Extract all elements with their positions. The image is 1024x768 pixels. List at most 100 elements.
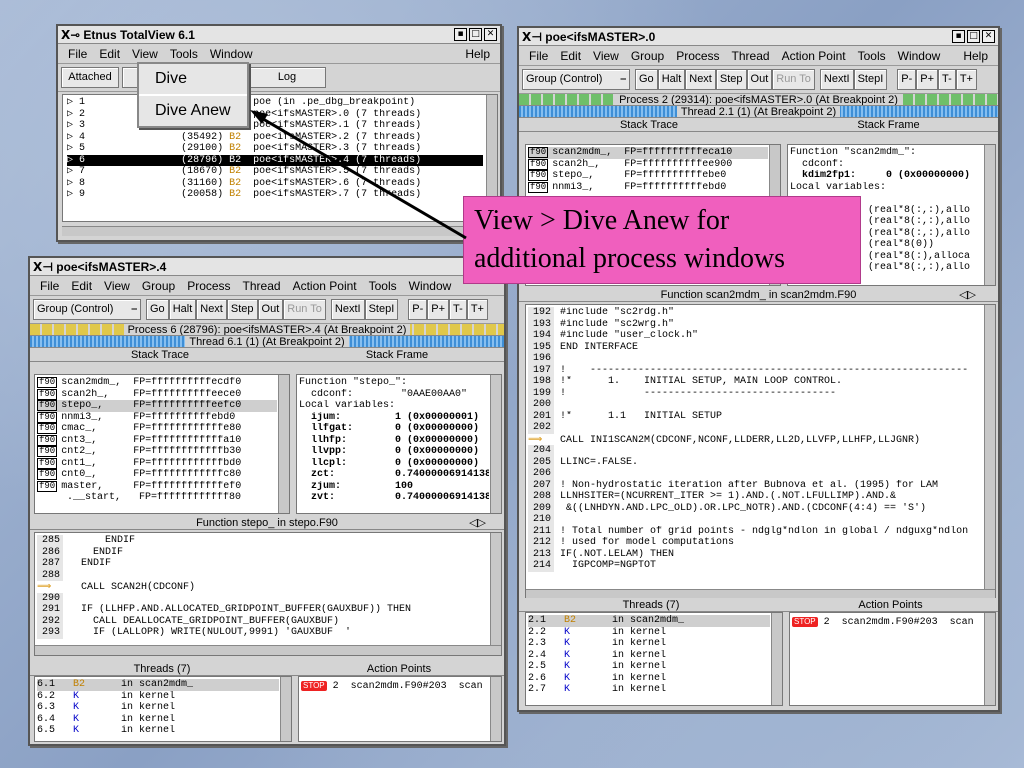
menu-thread[interactable]: Thread (732, 49, 770, 63)
source-pane[interactable]: 285 ENDIF 286 ENDIF 287 ENDIF 288 ⟹ CALL SC… (34, 532, 502, 656)
action-point-row[interactable]: STOP 2 scan2mdm.F90#203 scan (301, 681, 489, 693)
stack-trace-row[interactable]: f90 stepo_, FP=ffffffffffebe0 (528, 170, 768, 182)
source-line[interactable]: 196 (528, 353, 983, 365)
menu-file[interactable]: File (529, 49, 548, 63)
source-line[interactable]: 285 ENDIF (37, 535, 489, 547)
step-button[interactable]: Step (226, 299, 258, 320)
group-control-select[interactable]: Group (Control) ⎯ (522, 69, 630, 90)
source-line[interactable]: 200 (528, 399, 983, 411)
minimize-icon[interactable]: ▪ (952, 30, 965, 43)
line-number[interactable]: 195 (528, 341, 554, 353)
source-line[interactable]: ⟹ CALL SCAN2H(CDCONF) (37, 581, 489, 593)
maximize-icon[interactable]: □ (469, 28, 482, 41)
source-line[interactable]: 205 LLINC=.FALSE. (528, 456, 983, 468)
line-number[interactable]: 200 (528, 399, 554, 411)
stack-trace-row[interactable]: f90 nnmi3_, FP=ffffffffffebd0 (528, 181, 768, 194)
tab-attached[interactable]: Attached (61, 67, 119, 88)
menu-window[interactable]: Window (898, 49, 941, 63)
line-number[interactable]: 201 (528, 410, 554, 422)
stack-trace-row[interactable]: f90 stepo_, FP=ffffffffffeefc0 (37, 400, 277, 412)
source-line[interactable]: 211 ! Total number of grid points - ndgl… (528, 525, 983, 537)
stack-trace-row[interactable]: f90 master, FP=ffffffffffffef0 (37, 480, 277, 493)
source-line[interactable]: 290 (37, 592, 489, 604)
process-row[interactable]: ▷ 8 (31160) B2 poe<ifsMASTER>.6 (7 threa… (67, 178, 483, 190)
expand-triangle-icon[interactable]: ▷ (67, 120, 79, 131)
run-to-button[interactable]: Run To (772, 69, 815, 90)
source-line[interactable]: 214 IGPCOMP=NGPTOT (528, 560, 983, 572)
line-number[interactable]: 193 (528, 318, 554, 330)
line-number[interactable]: 211 (528, 525, 554, 537)
line-number[interactable]: 205 (528, 456, 554, 468)
source-line[interactable]: 192 #include "sc2rdg.h" (528, 307, 983, 319)
halt-button[interactable]: Halt (168, 299, 197, 320)
line-number[interactable]: 204 (528, 445, 554, 457)
thread-row[interactable]: 2.5 K in kernel (528, 661, 770, 673)
line-number[interactable]: 208 (528, 491, 554, 503)
stack-trace-row[interactable]: f90 cmac_, FP=ffffffffffffe80 (37, 423, 277, 435)
process-prev-button[interactable]: P- (897, 69, 917, 90)
expand-triangle-icon[interactable]: ▷ (67, 178, 79, 189)
close-icon[interactable]: ✕ (982, 30, 995, 43)
stack-frame-pane[interactable]: Function "stepo_": cdconf: "0AAE00AA0" Lo… (296, 374, 502, 514)
line-number[interactable]: 288 (37, 569, 63, 581)
line-number[interactable]: 292 (37, 615, 63, 627)
go-button[interactable]: Go (146, 299, 169, 320)
menu-group[interactable]: Group (142, 279, 175, 293)
menu-action-point[interactable]: Action Point (293, 279, 357, 293)
thread-next-button[interactable]: T+ (955, 69, 977, 90)
menu-edit[interactable]: Edit (560, 49, 581, 63)
thread-row[interactable]: 2.7 K in kernel (528, 684, 770, 696)
line-number[interactable]: 291 (37, 604, 63, 616)
source-line[interactable]: ⟹ CALL INI1SCAN2M(CDCONF,NCONF,LLDERR,LL… (528, 434, 983, 446)
source-line[interactable]: 193 #include "sc2wrg.h" (528, 318, 983, 330)
out-button[interactable]: Out (257, 299, 284, 320)
stack-trace-row[interactable]: f90 scan2h_, FP=ffffffffffeece0 (37, 388, 277, 401)
process-list[interactable]: ▷ 1 poe (in .pe_dbg_breakpoint) ▷ 2 poe<i… (62, 94, 498, 222)
source-line[interactable]: 199 ! -------------------------------- (528, 387, 983, 399)
next-button[interactable]: Next (685, 69, 716, 90)
thread-row[interactable]: 2.3 K in kernel (528, 638, 770, 650)
thread-row[interactable]: 2.6 K in kernel (528, 673, 770, 685)
source-line[interactable]: 286 ENDIF (37, 546, 489, 558)
stepi-button[interactable]: StepI (364, 299, 399, 320)
source-line[interactable]: 288 (37, 569, 489, 581)
line-number[interactable]: 287 (37, 558, 63, 570)
line-number[interactable]: 209 (528, 502, 554, 514)
expand-triangle-icon[interactable]: ▷ (67, 143, 79, 154)
line-number[interactable]: 196 (528, 353, 554, 365)
expand-triangle-icon[interactable]: ▷ (67, 109, 79, 120)
title-bar[interactable]: X⊣ poe<ifsMASTER>.4 (30, 258, 504, 276)
threads-pane[interactable]: 6.1 B2 in scan2mdm_ 6.2 K in kernel 6.3 K … (34, 676, 292, 742)
source-line[interactable]: 195 END INTERFACE (528, 341, 983, 353)
process-row[interactable]: ▷ 3 poe<ifsMASTER>.1 (7 threads) (67, 120, 483, 132)
stack-trace-row[interactable]: f90 cnt0_, FP=ffffffffffffc80 (37, 469, 277, 481)
thread-row[interactable]: 6.3 K in kernel (37, 702, 279, 714)
source-line[interactable]: 202 (528, 422, 983, 434)
source-line[interactable]: 197 ! ----------------------------------… (528, 364, 983, 376)
source-line[interactable]: 206 (528, 468, 983, 480)
tab-log[interactable]: Log (248, 67, 326, 88)
thread-prev-button[interactable]: T- (938, 69, 956, 90)
line-number[interactable]: 199 (528, 387, 554, 399)
run-to-button[interactable]: Run To (283, 299, 326, 320)
nexti-button[interactable]: NextI (819, 69, 854, 90)
next-button[interactable]: Next (196, 299, 227, 320)
menu-tools[interactable]: Tools (170, 47, 198, 61)
line-number[interactable]: 290 (37, 592, 63, 604)
close-icon[interactable]: ✕ (484, 28, 497, 41)
line-number[interactable]: 213 (528, 548, 554, 560)
process-row[interactable]: ▷ 6 (28796) B2 poe<ifsMASTER>.4 (7 threa… (67, 154, 483, 166)
halt-button[interactable]: Halt (657, 69, 686, 90)
menu-edit[interactable]: Edit (71, 279, 92, 293)
source-line[interactable]: 204 (528, 445, 983, 457)
stack-trace-row[interactable]: f90 scan2mdm_, FP=ffffffffffeca10 (528, 147, 768, 159)
action-points-pane[interactable]: STOP 2 scan2mdm.F90#203 scan (298, 676, 502, 742)
menu-file[interactable]: File (68, 47, 87, 61)
menu-process[interactable]: Process (676, 49, 719, 63)
thread-row[interactable]: 6.1 B2 in scan2mdm_ (37, 679, 279, 691)
process-row[interactable]: ▷ 4 (35492) B2 poe<ifsMASTER>.2 (7 threa… (67, 132, 483, 144)
process-row[interactable]: ▷ 9 (20058) B2 poe<ifsMASTER>.7 (7 threa… (67, 189, 483, 201)
process-row[interactable]: ▷ 2 poe<ifsMASTER>.0 (7 threads) (67, 109, 483, 121)
line-number[interactable]: 286 (37, 546, 63, 558)
line-number[interactable]: 293 (37, 627, 63, 639)
